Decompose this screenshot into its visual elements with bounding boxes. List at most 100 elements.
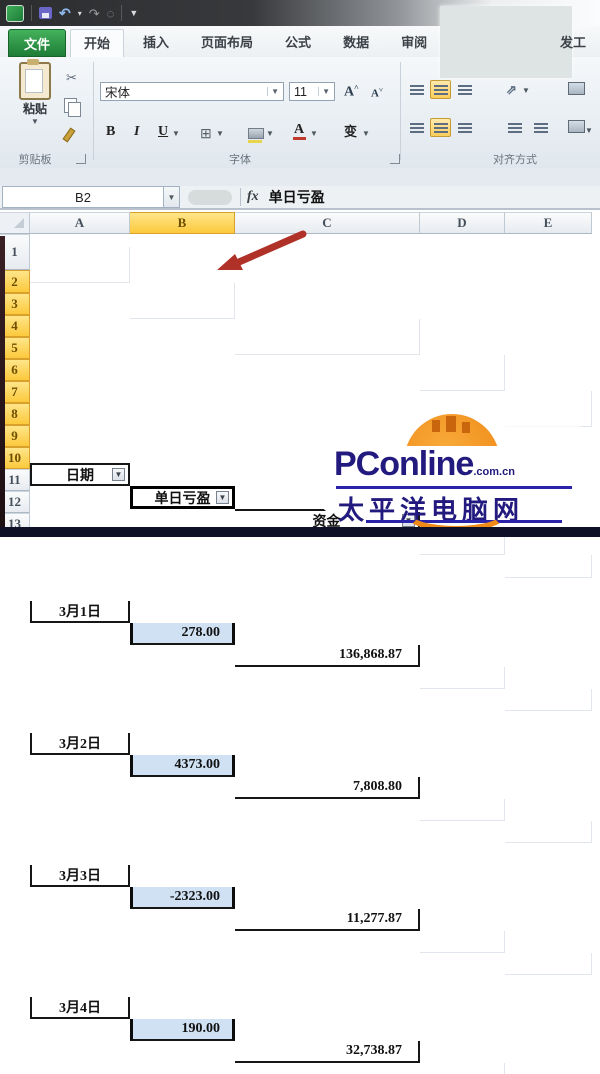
chevron-down-icon[interactable]: ▼ <box>318 87 330 96</box>
cell-E3[interactable] <box>505 689 592 711</box>
filter-button[interactable]: ▼ <box>112 468 125 481</box>
shrink-font-button[interactable]: A˅ <box>371 86 383 100</box>
tab-页面布局[interactable]: 页面布局 <box>188 29 266 57</box>
cell-D6[interactable] <box>420 1063 505 1074</box>
align-right-icon <box>458 123 472 133</box>
cell-A5[interactable]: 3月3日 <box>30 865 130 887</box>
paste-dropdown-icon[interactable]: ▼ <box>10 117 60 126</box>
cell-C6[interactable]: 32,738.87 <box>235 1041 420 1063</box>
font-group-label: 字体 <box>150 151 330 167</box>
qat-customize-button[interactable]: ▼ <box>129 8 138 18</box>
cell-A3[interactable]: 3月1日 <box>30 601 130 623</box>
cell-B3[interactable]: 278.00 <box>130 623 235 645</box>
tab-数据[interactable]: 数据 <box>330 29 382 57</box>
italic-button[interactable]: I <box>134 124 139 140</box>
blurred-insert-function <box>188 190 232 205</box>
cell-B1[interactable] <box>130 283 235 319</box>
font-size-select[interactable]: 11 ▼ <box>289 82 335 101</box>
castle-icon <box>446 416 456 432</box>
align-top-button[interactable] <box>406 80 427 99</box>
align-middle-button[interactable] <box>430 80 451 99</box>
formula-content[interactable]: 单日亏盈 <box>269 187 325 207</box>
column-header-D[interactable]: D <box>420 212 505 234</box>
tab-审阅[interactable]: 审阅 <box>388 29 440 57</box>
cell-A4[interactable]: 3月2日 <box>30 733 130 755</box>
tab-公式[interactable]: 公式 <box>272 29 324 57</box>
undo-dropdown-icon[interactable]: ▾ <box>78 9 82 18</box>
cell-C5[interactable]: 11,277.87 <box>235 909 420 931</box>
align-left-button[interactable] <box>406 118 427 137</box>
name-box[interactable]: B2 <box>2 186 164 208</box>
orientation-button[interactable]: ⇗ <box>506 82 517 98</box>
castle-icon <box>462 422 470 433</box>
font-color-dropdown-icon[interactable]: ▼ <box>310 129 318 138</box>
cell-A6[interactable]: 3月4日 <box>30 997 130 1019</box>
format-painter-button[interactable] <box>66 128 72 147</box>
undo-button[interactable]: ↶ <box>59 6 71 20</box>
copy-button[interactable]: ▾ <box>64 98 81 118</box>
watermark-domain: .com.cn <box>473 466 515 478</box>
cell-E2[interactable] <box>505 555 592 578</box>
tab-开始[interactable]: 开始 <box>70 29 124 58</box>
filter-button[interactable]: ▼ <box>216 491 229 504</box>
borders-button[interactable]: ⊞ <box>200 126 212 140</box>
cell-A1[interactable] <box>30 247 130 283</box>
tab-插入[interactable]: 插入 <box>130 29 182 57</box>
cell-D3[interactable] <box>420 667 505 689</box>
align-center-button[interactable] <box>430 118 451 137</box>
cell-C4[interactable]: 7,808.80 <box>235 777 420 799</box>
tab-file[interactable]: 文件 <box>8 29 66 57</box>
align-bottom-button[interactable] <box>454 80 475 99</box>
wrap-text-button[interactable] <box>568 82 585 100</box>
phonetic-guide-button[interactable]: 变 <box>344 124 357 140</box>
phonetic-dropdown-icon[interactable]: ▼ <box>362 129 370 138</box>
excel-app-icon <box>6 5 24 22</box>
orientation-dropdown-icon[interactable]: ▼ <box>522 86 530 95</box>
cell-C1[interactable] <box>235 319 420 355</box>
column-header-A[interactable]: A <box>30 212 130 234</box>
chevron-down-icon[interactable]: ▼ <box>267 87 279 96</box>
save-button[interactable] <box>39 7 52 19</box>
tab-developer-partial[interactable]: 发工 <box>560 32 586 51</box>
font-dialog-launcher-icon[interactable] <box>390 154 400 164</box>
select-all-corner[interactable] <box>0 212 30 234</box>
merge-center-button[interactable]: ▼ <box>568 120 593 138</box>
align-right-button[interactable] <box>454 118 475 137</box>
fill-color-dropdown-icon[interactable]: ▼ <box>266 129 274 138</box>
borders-dropdown-icon[interactable]: ▼ <box>216 129 224 138</box>
increase-indent-button[interactable] <box>530 118 551 137</box>
fill-color-button[interactable] <box>248 126 264 144</box>
cell-D4[interactable] <box>420 799 505 821</box>
repeat-button[interactable]: ◌ <box>107 7 115 20</box>
cell-D5[interactable] <box>420 931 505 953</box>
cell-B4[interactable]: 4373.00 <box>130 755 235 777</box>
name-box-dropdown-icon[interactable]: ▼ <box>164 186 180 208</box>
cell-E4[interactable] <box>505 821 592 843</box>
paste-button[interactable]: 粘贴 ▼ <box>10 62 60 126</box>
grow-font-button[interactable]: A˄ <box>344 83 359 101</box>
cell-E5[interactable] <box>505 953 592 975</box>
cut-button[interactable]: ✂ <box>66 70 77 86</box>
underline-dropdown-icon[interactable]: ▼ <box>172 129 180 138</box>
cell-C3[interactable]: 136,868.87 <box>235 645 420 667</box>
insert-function-icon[interactable]: fx <box>247 189 259 205</box>
copy-icon <box>64 98 77 113</box>
clipboard-dialog-launcher-icon[interactable] <box>76 154 86 164</box>
cell-B6[interactable]: 190.00 <box>130 1019 235 1041</box>
cell-B5[interactable]: -2323.00 <box>130 887 235 909</box>
font-name-select[interactable]: 宋体 ▼ <box>100 82 284 101</box>
decrease-indent-icon <box>508 123 522 133</box>
decrease-indent-button[interactable] <box>504 118 525 137</box>
cell-D1[interactable] <box>420 355 505 391</box>
paste-label: 粘贴 <box>10 100 60 117</box>
column-header-E[interactable]: E <box>505 212 592 234</box>
bold-button[interactable]: B <box>106 124 115 140</box>
underline-button[interactable]: U <box>158 124 168 140</box>
align-center-icon <box>434 123 448 133</box>
left-edge-strip <box>0 236 5 537</box>
cell-B2-active[interactable]: 单日亏盈▼ <box>130 486 235 509</box>
cell-A2[interactable]: 日期▼ <box>30 463 130 486</box>
redo-button[interactable]: ↷ <box>89 7 100 20</box>
watermark-brand: PConline.com.cn <box>334 446 515 490</box>
ribbon-tabs: 开始插入页面布局公式数据审阅 <box>70 29 440 57</box>
